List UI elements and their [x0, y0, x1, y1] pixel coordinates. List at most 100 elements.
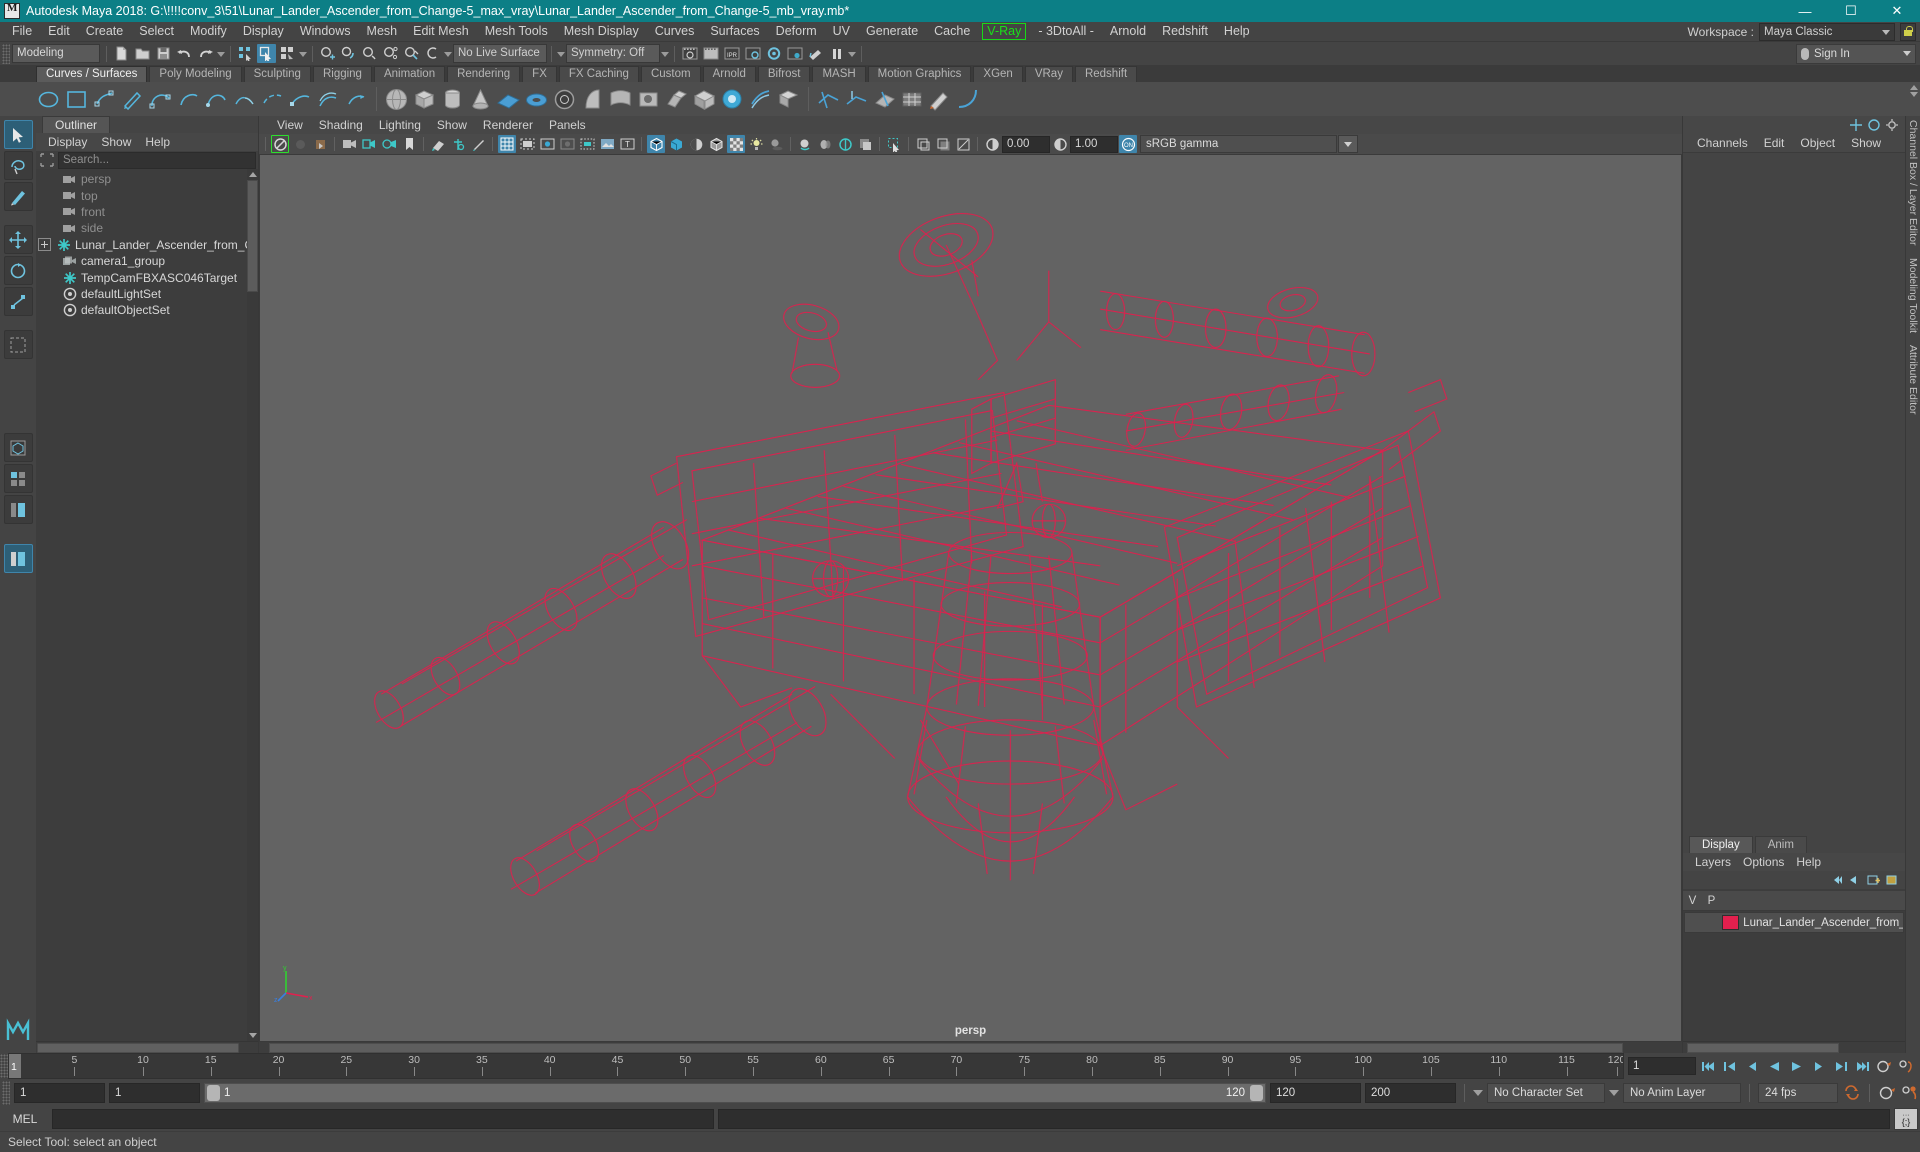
selectmode-caret-icon[interactable]	[298, 45, 308, 62]
command-language-label[interactable]: MEL	[2, 1112, 48, 1126]
camera-settings-button[interactable]	[380, 135, 398, 153]
outliner-item-default-light-set[interactable]: defaultLightSet	[36, 286, 247, 302]
nurbs-torus-icon[interactable]	[524, 87, 549, 112]
bevel-icon[interactable]	[720, 87, 745, 112]
paint-effects-button[interactable]	[469, 135, 487, 153]
single-perspective-layout-button[interactable]	[3, 433, 33, 462]
symmetry-caret-icon[interactable]	[556, 45, 566, 62]
current-frame-field[interactable]: 1	[1628, 1057, 1696, 1075]
smooth-shade-all-button[interactable]	[667, 135, 685, 153]
birail-icon[interactable]	[748, 87, 773, 112]
arc-tool-icon[interactable]	[176, 87, 201, 112]
menu-windows[interactable]: Windows	[292, 22, 359, 41]
shelf-tab-curves-surfaces[interactable]: Curves / Surfaces	[36, 66, 148, 82]
shelf-tab-bifrost[interactable]: Bifrost	[757, 66, 811, 82]
go-to-start-button[interactable]	[1699, 1057, 1718, 1076]
redo-button[interactable]	[196, 44, 215, 63]
scrollbar-thumb[interactable]	[247, 180, 258, 292]
menu-display[interactable]: Display	[235, 22, 292, 41]
layers-menu-help[interactable]: Help	[1790, 853, 1827, 871]
paint-select-tool-button[interactable]	[3, 182, 33, 211]
exposure-region-button[interactable]	[934, 135, 952, 153]
go-to-end-button[interactable]	[1853, 1057, 1872, 1076]
render-caret-icon[interactable]	[847, 45, 857, 62]
menu-create[interactable]: Create	[78, 22, 132, 41]
outliner-horizontal-scrollbar[interactable]	[36, 1041, 258, 1053]
animation-end-field[interactable]: 200	[1365, 1082, 1456, 1103]
close-button[interactable]: ✕	[1874, 0, 1920, 22]
layer-new-selected-icon[interactable]	[1885, 874, 1899, 886]
layers-menu-layers[interactable]: Layers	[1689, 853, 1737, 871]
isolate-select-button[interactable]	[885, 135, 903, 153]
outliner-menu-display[interactable]: Display	[42, 133, 93, 151]
tab-anim[interactable]: Anim	[1754, 836, 1807, 853]
menu-edit[interactable]: Edit	[40, 22, 78, 41]
shelf-tab-rendering[interactable]: Rendering	[447, 66, 521, 82]
layer-first-icon[interactable]	[1828, 874, 1842, 886]
menu-uv[interactable]: UV	[825, 22, 858, 41]
select-hierarchy-button[interactable]	[236, 44, 255, 63]
shelf-tab-sculpting[interactable]: Sculpting	[243, 66, 311, 82]
reverse-curve-icon[interactable]	[344, 87, 369, 112]
anim-layer-combo[interactable]: No Anim Layer	[1623, 1082, 1741, 1103]
viewport-canvas[interactable]: y x z persp	[259, 154, 1682, 1043]
texture-button[interactable]	[598, 135, 616, 153]
outliner-item-lunar-lander[interactable]: Lunar_Lander_Ascender_from_Chang	[36, 237, 247, 253]
viewport-horizontal-scrollbar[interactable]	[259, 1042, 1682, 1053]
snap-point-button[interactable]	[360, 44, 379, 63]
menu-mesh-tools[interactable]: Mesh Tools	[477, 22, 556, 41]
pencil-curve-icon[interactable]	[120, 87, 145, 112]
xray-button[interactable]	[578, 135, 596, 153]
film-gate-button[interactable]	[518, 135, 536, 153]
bookmark-camera-button[interactable]	[311, 135, 329, 153]
shelf-tab-redshift[interactable]: Redshift	[1074, 66, 1138, 82]
nurbs-cylinder-icon[interactable]	[440, 87, 465, 112]
step-back-key-button[interactable]	[1721, 1057, 1740, 1076]
snap-makelive-button[interactable]	[423, 44, 442, 63]
shade-wireframe-button[interactable]	[707, 135, 725, 153]
render-view-button[interactable]	[785, 44, 804, 63]
layer-prev-icon[interactable]	[1847, 874, 1861, 886]
live-surface-field[interactable]: No Live Surface	[453, 44, 547, 63]
range-end-handle[interactable]	[1250, 1084, 1263, 1101]
rotate-tool-button[interactable]	[3, 256, 33, 285]
show-manipulator-icon[interactable]	[1849, 118, 1863, 132]
outliner-menu-show[interactable]: Show	[95, 133, 137, 151]
menu-modify[interactable]: Modify	[182, 22, 235, 41]
range-slider-bar[interactable]: 1 120	[204, 1082, 1266, 1103]
sign-in-button[interactable]: Sign In	[1796, 43, 1916, 64]
character-set-caret-icon[interactable]	[1473, 1089, 1483, 1096]
shelf-tab-motion-graphics[interactable]: Motion Graphics	[867, 66, 972, 82]
shelf-tab-custom[interactable]: Custom	[640, 66, 701, 82]
menu-redshift[interactable]: Redshift	[1154, 22, 1216, 41]
vtab-attribute-editor[interactable]: Attribute Editor	[1907, 345, 1919, 414]
viewport-menu-view[interactable]: View	[269, 116, 311, 134]
grid-snap-button[interactable]	[449, 135, 467, 153]
nurbs-square-icon[interactable]	[64, 87, 89, 112]
outliner-item-side[interactable]: side	[36, 220, 247, 236]
menu-generate[interactable]: Generate	[858, 22, 926, 41]
vtab-modeling-toolkit[interactable]: Modeling Toolkit	[1907, 258, 1919, 333]
text-overlay-button[interactable]: T	[618, 135, 636, 153]
outliner-item-tempcam-target[interactable]: TempCamFBXASC046Target	[36, 269, 247, 285]
shelf-tab-fx[interactable]: FX	[522, 66, 557, 82]
layers-menu-options[interactable]: Options	[1737, 853, 1790, 871]
step-back-frame-button[interactable]	[1743, 1057, 1762, 1076]
snaps-caret-icon[interactable]	[443, 45, 453, 62]
boundary-icon[interactable]	[692, 87, 717, 112]
outliner-item-camera1-group[interactable]: camera1_group	[36, 253, 247, 269]
ep-curve-tool-icon[interactable]	[92, 87, 117, 112]
menu-mesh-display[interactable]: Mesh Display	[556, 22, 647, 41]
project-curve-icon[interactable]	[844, 87, 869, 112]
animation-start-field[interactable]: 1	[14, 1082, 105, 1103]
viewport-menu-shading[interactable]: Shading	[311, 116, 371, 134]
menu-mesh[interactable]: Mesh	[359, 22, 406, 41]
animation-preferences-button[interactable]	[1897, 1057, 1916, 1076]
open-scene-button[interactable]	[133, 44, 152, 63]
shelf-tab-mash[interactable]: MASH	[812, 66, 866, 82]
play-forwards-button[interactable]	[1787, 1057, 1806, 1076]
command-input-field[interactable]	[52, 1108, 714, 1129]
resolution-gate-button[interactable]	[538, 135, 556, 153]
snap-viewplane-button[interactable]	[402, 44, 421, 63]
bezier-curve-icon[interactable]	[204, 87, 229, 112]
